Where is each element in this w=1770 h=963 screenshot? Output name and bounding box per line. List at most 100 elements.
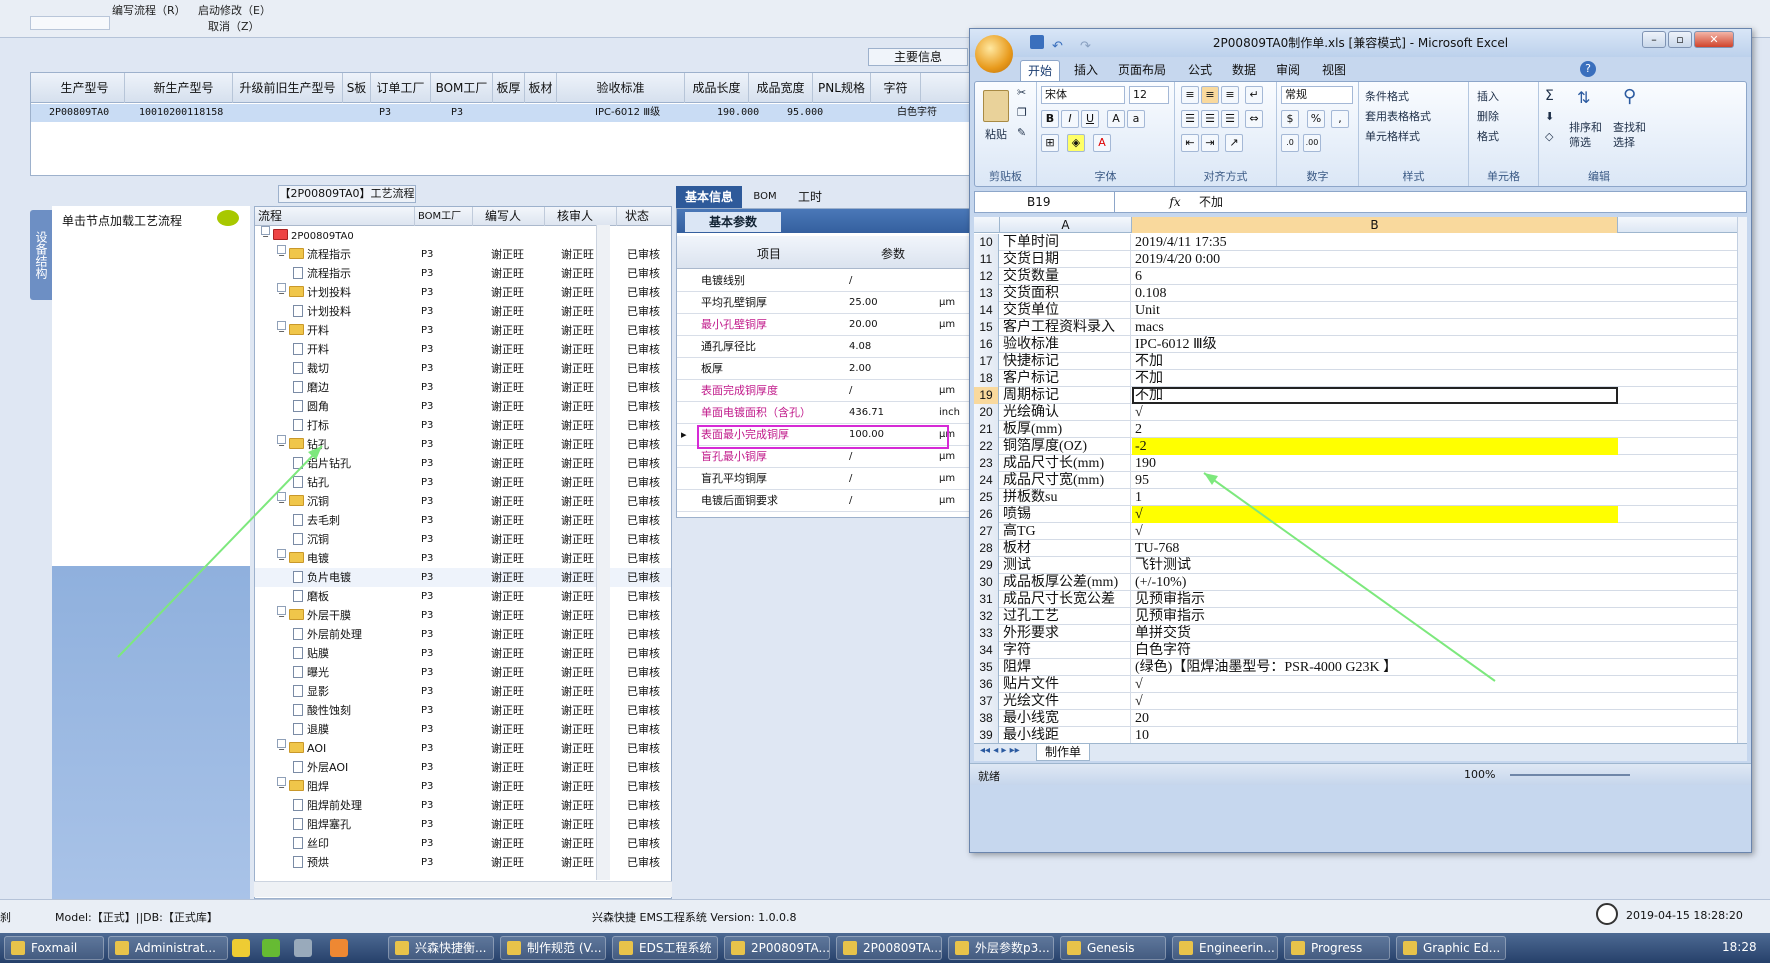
decrease-indent-icon[interactable]: ⇤ bbox=[1181, 134, 1199, 152]
cell-style-button[interactable]: 单元格样式 bbox=[1365, 128, 1420, 144]
underline-icon[interactable]: U bbox=[1081, 110, 1099, 128]
tree-node[interactable]: − 计划投料 bbox=[277, 283, 351, 302]
order-col-header[interactable]: 订单工厂 bbox=[371, 73, 431, 103]
col-header-b[interactable]: B bbox=[1132, 217, 1618, 233]
cell-a[interactable]: 成品尺寸长宽公差 bbox=[1000, 591, 1131, 608]
cell-b[interactable]: 0.108 bbox=[1132, 285, 1618, 302]
cell-b[interactable]: 2019/4/20 0:00 bbox=[1132, 251, 1618, 268]
tree-node[interactable]: 丝印 bbox=[293, 834, 329, 853]
taskbar-button[interactable]: Engineerin... bbox=[1172, 936, 1278, 960]
decrease-decimal-icon[interactable]: .00 bbox=[1303, 134, 1321, 152]
row-number[interactable]: 14 bbox=[974, 302, 999, 319]
row-number[interactable]: 30 bbox=[974, 574, 999, 591]
taskbar-button[interactable]: Graphic Ed... bbox=[1396, 936, 1506, 960]
row-number[interactable]: 17 bbox=[974, 353, 999, 370]
expand-icon[interactable]: − bbox=[261, 226, 270, 241]
align-left-icon[interactable]: ☰ bbox=[1181, 110, 1199, 128]
cell-a[interactable]: 高TG bbox=[1000, 523, 1131, 540]
tree-horizontal-scrollbar[interactable] bbox=[254, 881, 672, 897]
cell-a[interactable]: 贴片文件 bbox=[1000, 676, 1131, 693]
tree-node[interactable]: 开料 bbox=[293, 340, 329, 359]
row-number[interactable]: 21 bbox=[974, 421, 999, 438]
tree-node[interactable]: 显影 bbox=[293, 682, 329, 701]
shrink-font-icon[interactable]: a bbox=[1127, 110, 1145, 128]
param-row[interactable]: 盲孔最小铜厚 / μm bbox=[677, 446, 975, 468]
cell-a[interactable]: 过孔工艺 bbox=[1000, 608, 1131, 625]
tree-node[interactable]: 贴膜 bbox=[293, 644, 329, 663]
cell-a[interactable]: 拼板数su bbox=[1000, 489, 1131, 506]
percent-icon[interactable]: % bbox=[1307, 110, 1325, 128]
row-number[interactable]: 29 bbox=[974, 557, 999, 574]
taskbar-app-icon[interactable] bbox=[232, 939, 250, 957]
tab-bom[interactable]: BOM bbox=[744, 186, 786, 208]
cell-a[interactable]: 周期标记 bbox=[1000, 387, 1131, 404]
currency-icon[interactable]: $ bbox=[1281, 110, 1299, 128]
tree-node[interactable]: − 外层干膜 bbox=[277, 606, 351, 625]
cell-b[interactable]: TU-768 bbox=[1132, 540, 1618, 557]
cell-a[interactable]: 成品尺寸长(mm) bbox=[1000, 455, 1131, 472]
fx-icon[interactable]: fx bbox=[1165, 192, 1185, 212]
row-number[interactable]: 10 bbox=[974, 234, 999, 251]
tab-review[interactable]: 审阅 bbox=[1268, 60, 1308, 81]
tree-node[interactable]: 钻孔 bbox=[293, 473, 329, 492]
tree-node[interactable]: − 钻孔 bbox=[277, 435, 329, 454]
cell-b[interactable]: (+/-10%) bbox=[1132, 574, 1618, 591]
cell-a[interactable]: 交货面积 bbox=[1000, 285, 1131, 302]
row-number[interactable]: 20 bbox=[974, 404, 999, 421]
col-bom[interactable]: BOM工厂 bbox=[415, 207, 473, 226]
order-col-header[interactable]: 验收标准 bbox=[557, 73, 685, 103]
tree-node[interactable]: 去毛刺 bbox=[293, 511, 340, 530]
expand-icon[interactable]: − bbox=[277, 777, 286, 792]
expand-icon[interactable]: − bbox=[277, 283, 286, 298]
help-icon[interactable]: ? bbox=[1580, 61, 1596, 77]
format-cells-button[interactable]: 格式 bbox=[1477, 128, 1499, 144]
cell-b[interactable]: √ bbox=[1132, 676, 1618, 693]
tree-node[interactable]: − 电镀 bbox=[277, 549, 329, 568]
row-number[interactable]: 12 bbox=[974, 268, 999, 285]
tree-node[interactable]: 退膜 bbox=[293, 720, 329, 739]
cell-a[interactable]: 阻焊 bbox=[1000, 659, 1131, 676]
col-checker[interactable]: 核审人 bbox=[545, 207, 617, 226]
cancel-menu[interactable]: 取消（Z） bbox=[208, 18, 260, 34]
param-value[interactable]: / bbox=[849, 270, 852, 292]
sum-icon[interactable]: Σ bbox=[1545, 88, 1554, 104]
binoculars-icon[interactable]: ⚲ bbox=[1623, 86, 1649, 112]
sheet-tab-main[interactable]: 制作单 bbox=[1036, 744, 1091, 761]
cell-b[interactable]: -2 bbox=[1132, 438, 1618, 455]
order-col-header[interactable]: PNL规格 bbox=[813, 73, 871, 103]
param-row[interactable]: 最小孔壁铜厚 20.00 μm bbox=[677, 314, 975, 336]
cell-a[interactable]: 下单时间 bbox=[1000, 234, 1131, 251]
tree-node[interactable]: − 开料 bbox=[277, 321, 329, 340]
increase-decimal-icon[interactable]: .0 bbox=[1281, 134, 1299, 152]
cut-icon[interactable]: ✂ bbox=[1017, 86, 1026, 99]
cell-a[interactable]: 光绘确认 bbox=[1000, 404, 1131, 421]
param-value[interactable]: / bbox=[849, 468, 852, 490]
find-select-button[interactable]: 查找和 选择 bbox=[1613, 120, 1646, 150]
font-color-icon[interactable]: A bbox=[1093, 134, 1111, 152]
merge-icon[interactable]: ⇔ bbox=[1245, 110, 1263, 128]
tree-node[interactable]: 酸性蚀刻 bbox=[293, 701, 351, 720]
param-row[interactable]: 表面完成铜厚度 / μm bbox=[677, 380, 975, 402]
order-col-header[interactable]: 成品长度 bbox=[685, 73, 749, 103]
row-number[interactable]: 24 bbox=[974, 472, 999, 489]
taskbar-button[interactable]: 外层参数p3... bbox=[948, 936, 1054, 960]
row-number[interactable]: 39 bbox=[974, 727, 999, 743]
order-grid-row[interactable]: 2P00809TA0 10010200118158 P3 P3 IPC-6012… bbox=[31, 104, 969, 122]
tree-node[interactable]: − AOI bbox=[277, 739, 326, 758]
row-number[interactable]: 25 bbox=[974, 489, 999, 506]
paste-icon[interactable] bbox=[983, 90, 1009, 122]
cell-a[interactable]: 字符 bbox=[1000, 642, 1131, 659]
toolbar-combo[interactable] bbox=[30, 16, 110, 30]
cell-a[interactable]: 板材 bbox=[1000, 540, 1131, 557]
param-row[interactable]: 盲孔平均铜厚 / μm bbox=[677, 468, 975, 490]
tree-node[interactable]: − 沉铜 bbox=[277, 492, 329, 511]
row-number[interactable]: 38 bbox=[974, 710, 999, 727]
cell-b[interactable]: 飞针测试 bbox=[1132, 557, 1618, 574]
tree-node[interactable]: 打标 bbox=[293, 416, 329, 435]
row-number[interactable]: 11 bbox=[974, 251, 999, 268]
cell-a[interactable]: 交货单位 bbox=[1000, 302, 1131, 319]
cell-a[interactable]: 光绘文件 bbox=[1000, 693, 1131, 710]
cell-a[interactable]: 测试 bbox=[1000, 557, 1131, 574]
taskbar-button[interactable]: 制作规范 (V... bbox=[500, 936, 606, 960]
cell-b[interactable]: 不加 bbox=[1132, 387, 1618, 404]
